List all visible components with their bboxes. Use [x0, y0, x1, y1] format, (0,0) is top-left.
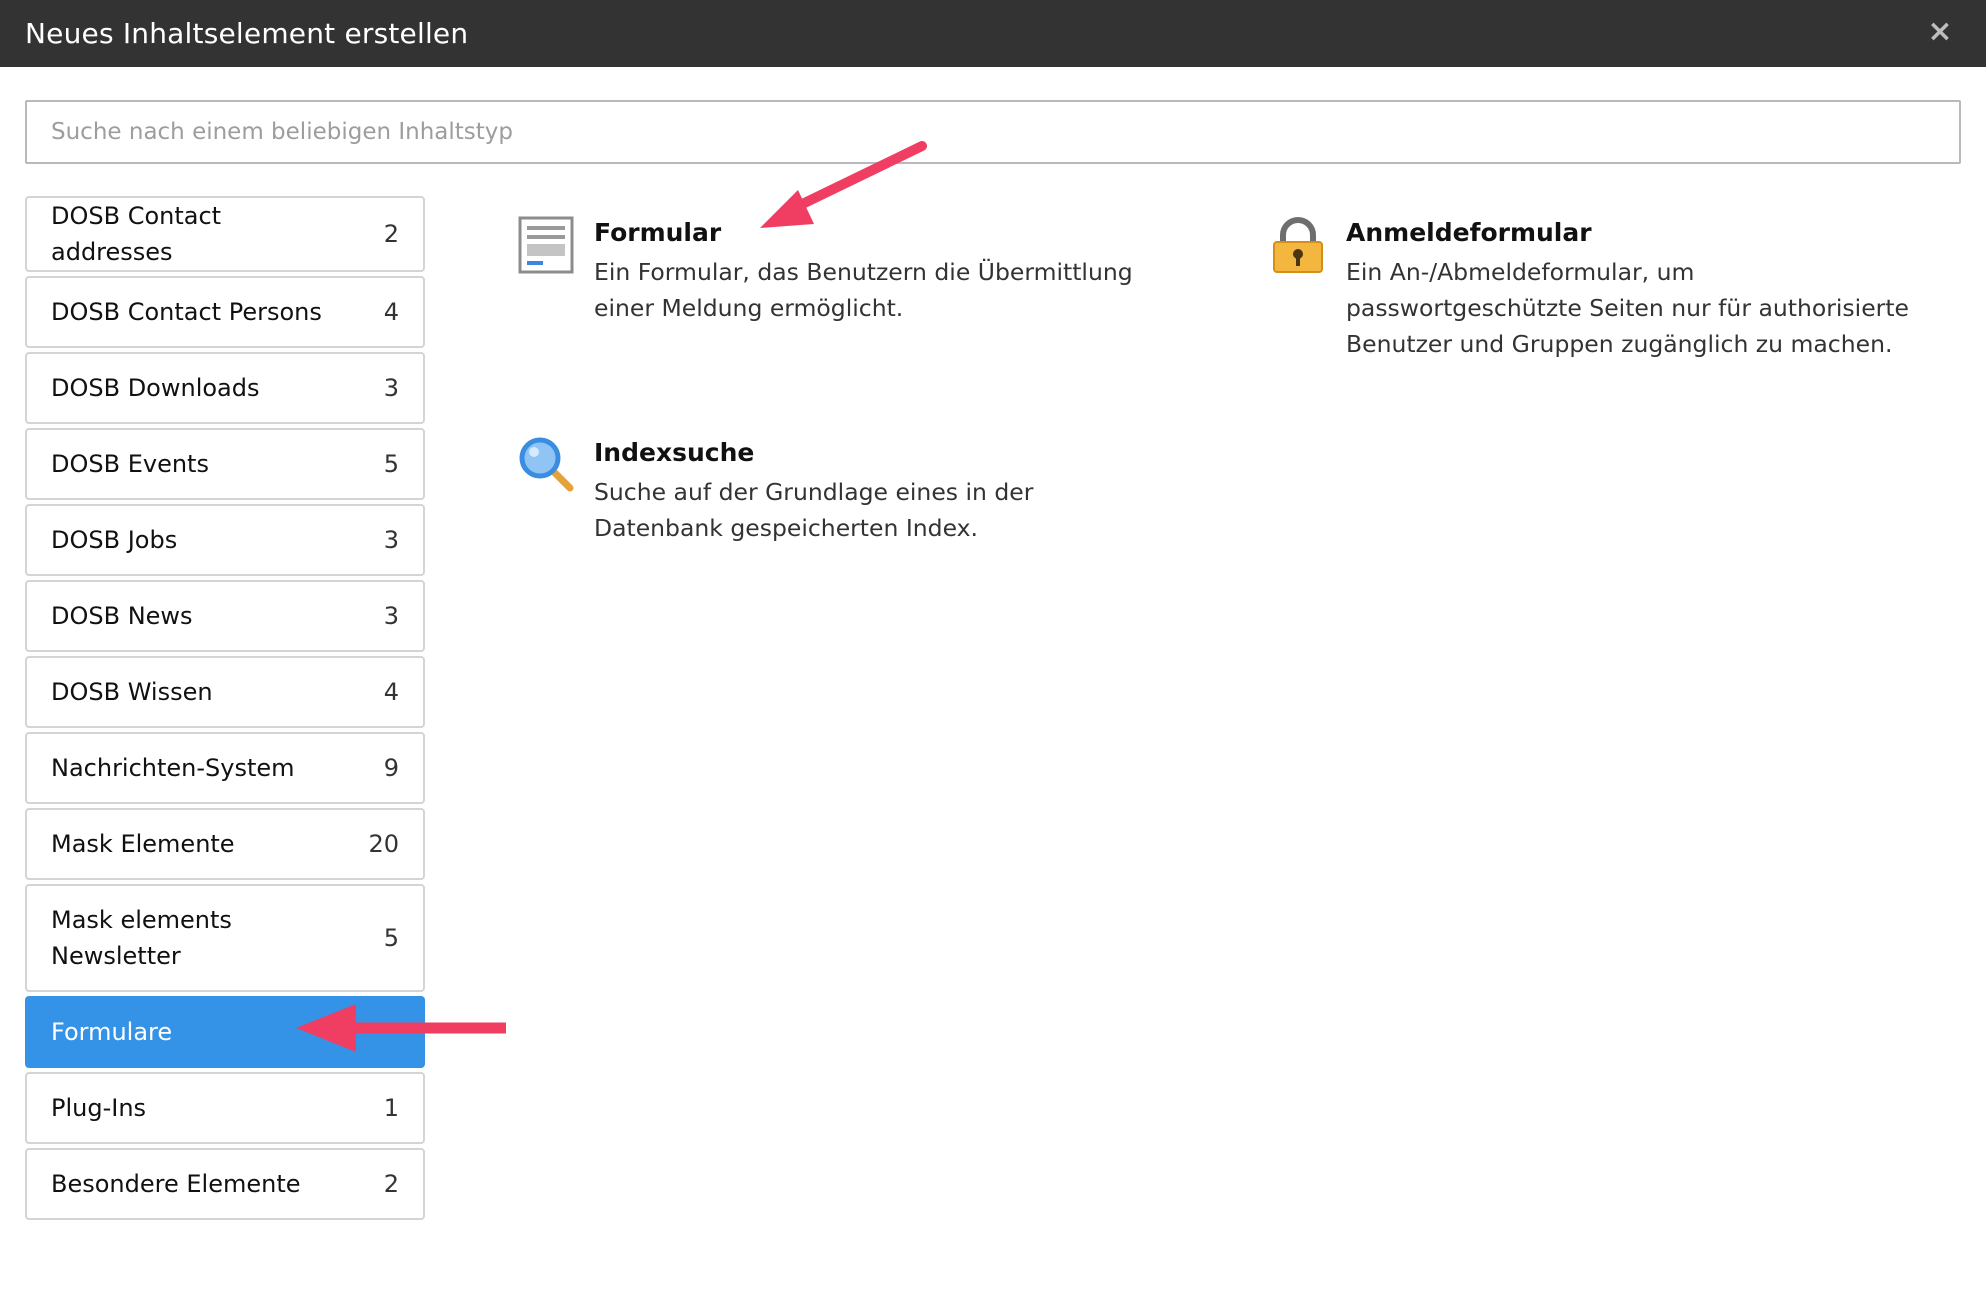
element-title: Formular — [594, 218, 722, 247]
element-title: Anmeldeformular — [1346, 218, 1592, 247]
category-count: 4 — [383, 678, 399, 706]
category-label: DOSB Wissen — [51, 678, 213, 706]
element-description-line: Ein An-/Abmeldeformular, um — [1346, 258, 1695, 286]
category-label: DOSB Contact addresses — [51, 202, 222, 266]
category-count: 3 — [383, 374, 399, 402]
category-label: DOSB Downloads — [51, 374, 260, 402]
category-label: DOSB Contact Persons — [51, 298, 322, 326]
element-description: Ein Formular, das Benutzern die Übermitt… — [594, 254, 1133, 326]
category-dosb-news[interactable]: DOSB News 3 — [25, 580, 425, 652]
element-indexsuche[interactable]: Indexsuche Suche auf der Grundlage eines… — [518, 436, 1138, 556]
category-count: 3 — [383, 602, 399, 630]
element-formular[interactable]: Formular Ein Formular, das Benutzern die… — [518, 216, 1138, 336]
category-label: Mask Elemente — [51, 830, 235, 858]
magnifier-icon — [519, 437, 574, 492]
category-dosb-contact-persons[interactable]: DOSB Contact Persons 4 — [25, 276, 425, 348]
category-label: Nachrichten-System — [51, 754, 295, 782]
form-icon — [518, 216, 574, 274]
element-description-line: Benutzer und Gruppen zugänglich zu mache… — [1346, 330, 1893, 358]
element-description-line: passwortgeschützte Seiten nur für author… — [1346, 294, 1909, 322]
element-description: Ein An-/Abmeldeformular, um passwortgesc… — [1346, 254, 1909, 362]
category-nachrichten-system[interactable]: Nachrichten-System 9 — [25, 732, 425, 804]
close-icon[interactable]: × — [1922, 14, 1958, 50]
element-description-line: Datenbank gespeicherten Index. — [594, 514, 979, 542]
element-anmeldeformular-texts: Anmeldeformular Ein An-/Abmeldeformular,… — [1346, 216, 1909, 362]
category-count: 4 — [383, 298, 399, 326]
category-list: DOSB Contact addresses 2 DOSB Contact Pe… — [25, 196, 425, 1224]
category-dosb-jobs[interactable]: DOSB Jobs 3 — [25, 504, 425, 576]
category-label: Besondere Elemente — [51, 1170, 301, 1198]
category-count: 2 — [383, 1170, 399, 1198]
category-label: DOSB Events — [51, 450, 209, 478]
category-besondere-elemente[interactable]: Besondere Elemente 2 — [25, 1148, 425, 1220]
element-description-line: Suche auf der Grundlage eines in der — [594, 478, 1034, 506]
element-description-line: Ein Formular, das Benutzern die Übermitt… — [594, 258, 1133, 286]
category-label: DOSB News — [51, 602, 193, 630]
category-count: 5 — [383, 450, 399, 478]
category-label: DOSB Jobs — [51, 526, 178, 554]
category-label: Mask elements Newsletter — [51, 906, 232, 970]
category-mask-elements-newsletter[interactable]: Mask elements Newsletter 5 — [25, 884, 425, 992]
category-plug-ins[interactable]: Plug-Ins 1 — [25, 1072, 425, 1144]
category-formulare[interactable]: Formulare — [25, 996, 425, 1068]
category-label: Plug-Ins — [51, 1094, 147, 1122]
category-count: 2 — [383, 220, 399, 248]
dialog-title: Neues Inhaltselement erstellen — [25, 17, 469, 50]
category-dosb-events[interactable]: DOSB Events 5 — [25, 428, 425, 500]
category-mask-elemente[interactable]: Mask Elemente 20 — [25, 808, 425, 880]
category-dosb-downloads[interactable]: DOSB Downloads 3 — [25, 352, 425, 424]
category-dosb-wissen[interactable]: DOSB Wissen 4 — [25, 656, 425, 728]
category-dosb-contact-addresses[interactable]: DOSB Contact addresses 2 — [25, 196, 425, 272]
element-title: Indexsuche — [594, 438, 755, 467]
category-count: 9 — [383, 754, 399, 782]
category-count: 1 — [383, 1094, 399, 1122]
element-description: Suche auf der Grundlage eines in der Dat… — [594, 474, 1033, 546]
element-anmeldeformular[interactable]: Anmeldeformular Ein An-/Abmeldeformular,… — [1270, 216, 1950, 376]
element-description-line: einer Meldung ermöglicht. — [594, 294, 904, 322]
category-label: Formulare — [51, 1018, 173, 1046]
element-formular-texts: Formular Ein Formular, das Benutzern die… — [594, 216, 1133, 326]
category-count: 3 — [383, 526, 399, 554]
padlock-icon — [1273, 217, 1323, 273]
category-count: 5 — [383, 924, 399, 952]
element-indexsuche-texts: Indexsuche Suche auf der Grundlage eines… — [594, 436, 1033, 546]
category-count: 20 — [368, 830, 399, 858]
search-input[interactable] — [25, 100, 1961, 164]
dialog-titlebar: Neues Inhaltselement erstellen × — [0, 0, 1986, 67]
